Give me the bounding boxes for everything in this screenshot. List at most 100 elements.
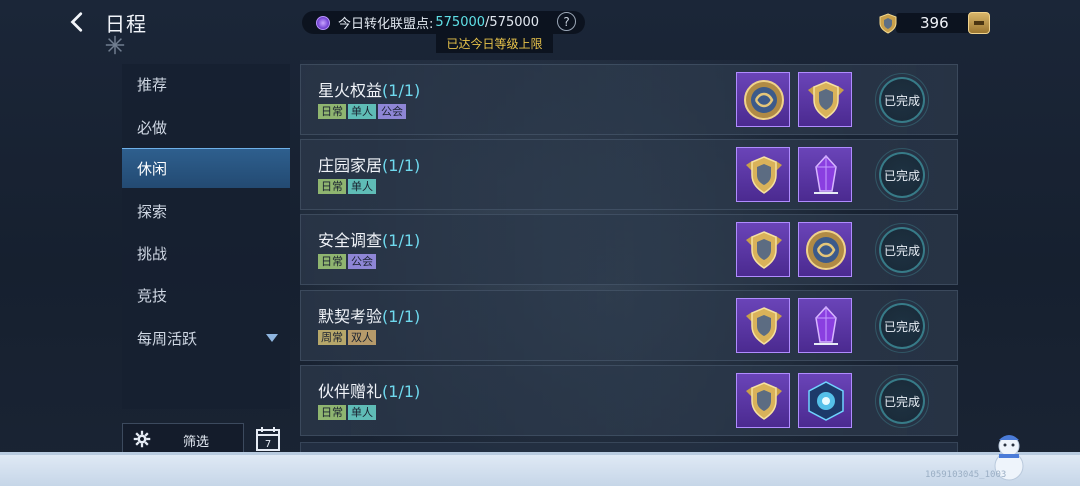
sidebar-item-recommend[interactable]: 推荐 <box>122 64 290 104</box>
tag-duo: 双人 <box>348 330 376 345</box>
task-name: 庄园家居 <box>318 156 383 175</box>
task-title: 庄园家居(1/1) <box>318 152 420 176</box>
snow-decoration <box>0 452 1080 486</box>
orb-icon <box>808 381 844 421</box>
task-row[interactable]: 安全调查(1/1) 日常 公会 已完成 <box>300 214 958 285</box>
badge-currency-icon <box>879 13 897 34</box>
completed-button[interactable]: 已完成 <box>875 374 929 428</box>
task-row[interactable]: 星火权益(1/1) 日常 单人 公会 已完成 <box>300 64 958 135</box>
sidebar-item-label: 休闲 <box>137 160 168 178</box>
tag-weekly: 周常 <box>318 330 346 345</box>
task-tags: 日常 公会 <box>318 254 376 269</box>
filter-label: 筛选 <box>183 435 210 450</box>
badge-icon <box>746 307 782 345</box>
task-count: (1/1) <box>382 382 421 401</box>
calendar-day: 7 <box>265 439 271 450</box>
badge-currency: 396 <box>876 12 990 34</box>
reward-slot[interactable] <box>736 298 790 353</box>
tag-daily: 日常 <box>318 179 346 194</box>
points-current: 575000 <box>435 15 486 30</box>
limit-notice: 已达今日等级上限 <box>436 34 553 53</box>
task-name: 安全调查 <box>318 231 383 250</box>
sidebar-item-competitive[interactable]: 竞技 <box>122 275 290 315</box>
coin-icon <box>744 80 784 120</box>
tag-guild: 公会 <box>348 254 376 269</box>
snowflake-icon <box>105 35 125 55</box>
tag-daily: 日常 <box>318 405 346 420</box>
task-name: 星火权益 <box>318 81 383 100</box>
calendar-icon[interactable]: 7 <box>255 425 281 452</box>
build-id: 1059103045_1003 <box>925 470 1007 480</box>
badge-icon <box>808 81 844 119</box>
task-title: 伙伴赠礼(1/1) <box>318 378 420 402</box>
tag-single: 单人 <box>348 104 376 119</box>
task-count-value: 1/1 <box>388 382 415 401</box>
task-title: 星火权益(1/1) <box>318 77 420 101</box>
filter-button[interactable]: 筛选 <box>122 423 244 454</box>
sidebar-item-leisure[interactable]: 休闲 <box>122 148 290 188</box>
task-name: 默契考验 <box>318 307 383 326</box>
sidebar-item-required[interactable]: 必做 <box>122 107 290 147</box>
chevron-down-icon <box>266 334 278 342</box>
reward-slot[interactable] <box>736 222 790 277</box>
sidebar-item-label: 竞技 <box>137 286 168 305</box>
reward-slot[interactable] <box>798 373 852 428</box>
task-name: 伙伴赠礼 <box>318 382 383 401</box>
sidebar-item-label: 挑战 <box>137 244 168 263</box>
tag-guild: 公会 <box>378 104 406 119</box>
reward-slot[interactable] <box>798 222 852 277</box>
reward-slot[interactable] <box>736 373 790 428</box>
back-arrow-icon <box>70 12 83 32</box>
points-max: 575000 <box>489 15 540 30</box>
task-count: (1/1) <box>382 81 421 100</box>
task-title: 安全调查(1/1) <box>318 227 420 251</box>
reward-slot[interactable] <box>798 147 852 202</box>
back-button[interactable] <box>64 8 92 36</box>
task-count: (1/1) <box>382 231 421 250</box>
task-count: (1/1) <box>382 307 421 326</box>
task-row[interactable]: 伙伴赠礼(1/1) 日常 单人 已完成 <box>300 365 958 436</box>
category-sidebar: 推荐 必做 休闲 探索 挑战 竞技 每周活跃 <box>122 64 290 409</box>
tag-single: 单人 <box>348 405 376 420</box>
completed-button[interactable]: 已完成 <box>875 148 929 202</box>
badge-icon <box>746 156 782 194</box>
task-tags: 日常 单人 <box>318 405 376 420</box>
gear-icon <box>133 430 151 448</box>
reward-slot[interactable] <box>798 72 852 127</box>
badge-icon <box>746 231 782 269</box>
tag-single: 单人 <box>348 179 376 194</box>
points-label: 今日转化联盟点: <box>338 17 434 32</box>
task-title: 默契考验(1/1) <box>318 303 420 327</box>
task-tags: 日常 单人 <box>318 179 376 194</box>
reward-slot[interactable] <box>736 72 790 127</box>
task-count: (1/1) <box>382 156 421 175</box>
badge-count: 396 <box>920 14 949 32</box>
task-row[interactable]: 默契考验(1/1) 周常 双人 已完成 <box>300 290 958 361</box>
task-tags: 日常 单人 公会 <box>318 104 406 119</box>
reward-slot[interactable] <box>736 147 790 202</box>
task-tags: 周常 双人 <box>318 330 376 345</box>
alliance-points-bar: 今日转化联盟点: 575000/575000 <box>302 11 585 34</box>
reward-slot[interactable] <box>798 298 852 353</box>
completed-button[interactable]: 已完成 <box>875 299 929 353</box>
sidebar-item-challenge[interactable]: 挑战 <box>122 233 290 273</box>
sidebar-item-weekly-active[interactable]: 每周活跃 <box>122 318 290 358</box>
task-count-value: 1/1 <box>388 156 415 175</box>
alliance-point-icon <box>316 15 330 30</box>
page-title: 日程 <box>105 12 147 36</box>
tag-daily: 日常 <box>318 254 346 269</box>
badge-add-button[interactable] <box>968 12 990 34</box>
help-button[interactable]: ? <box>557 12 576 31</box>
sidebar-item-label: 每周活跃 <box>137 329 198 348</box>
sidebar-item-label: 探索 <box>137 202 168 221</box>
coin-icon <box>806 230 846 270</box>
task-count-value: 1/1 <box>388 81 415 100</box>
completed-button[interactable]: 已完成 <box>875 73 929 127</box>
task-count-value: 1/1 <box>388 231 415 250</box>
crystal-icon <box>814 154 838 194</box>
sidebar-item-label: 必做 <box>137 118 168 137</box>
completed-button[interactable]: 已完成 <box>875 223 929 277</box>
sidebar-item-explore[interactable]: 探索 <box>122 191 290 231</box>
sidebar-item-label: 推荐 <box>137 75 168 94</box>
task-row[interactable]: 庄园家居(1/1) 日常 单人 已完成 <box>300 139 958 210</box>
